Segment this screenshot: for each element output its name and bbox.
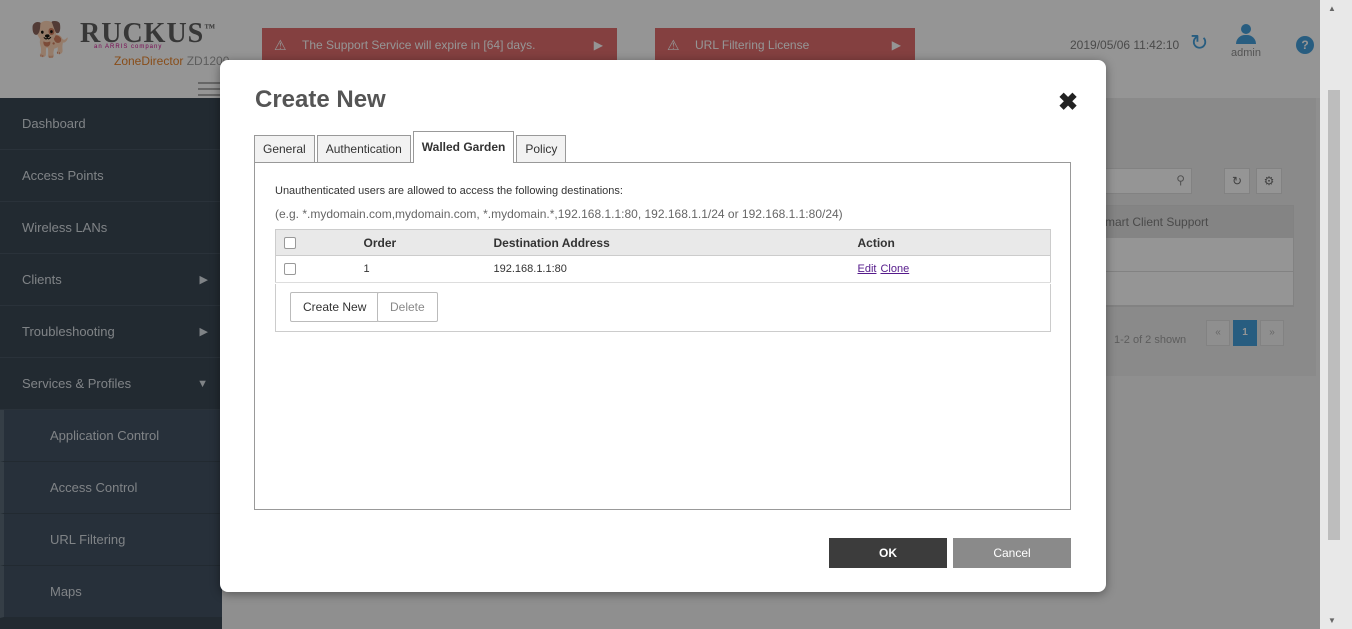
tab-policy[interactable]: Policy xyxy=(516,135,567,163)
edit-link[interactable]: Edit xyxy=(858,263,877,275)
tab-authentication[interactable]: Authentication xyxy=(316,135,411,163)
column-header-order[interactable]: Order xyxy=(355,229,486,256)
destination-cell: 192.168.1.1:80 xyxy=(485,255,850,283)
dialog-title: Create New xyxy=(255,86,386,113)
walled-garden-table: Order Destination Address Action 1 192.1… xyxy=(275,229,1051,283)
walled-garden-example: (e.g. *.mydomain.com,mydomain.com, *.myd… xyxy=(275,207,843,221)
column-header-destination[interactable]: Destination Address xyxy=(485,229,850,256)
tab-walled-garden[interactable]: Walled Garden xyxy=(412,131,515,163)
table-row: 1 192.168.1.1:80 Edit Clone xyxy=(275,255,1051,283)
walled-garden-panel: Unauthenticated users are allowed to acc… xyxy=(254,162,1071,510)
create-new-dialog: Create New ✖ General Authentication Wall… xyxy=(220,60,1106,592)
scroll-up-icon[interactable]: ▲ xyxy=(1328,4,1336,13)
table-header-row: Order Destination Address Action xyxy=(275,229,1051,256)
delete-button[interactable]: Delete xyxy=(377,292,438,322)
select-all-cell xyxy=(275,229,356,256)
dialog-tabs: General Authentication Walled Garden Pol… xyxy=(254,131,568,163)
cancel-button[interactable]: Cancel xyxy=(953,538,1071,568)
close-icon[interactable]: ✖ xyxy=(1058,88,1078,117)
ok-button[interactable]: OK xyxy=(829,538,947,568)
row-checkbox[interactable] xyxy=(284,263,296,276)
scroll-down-icon[interactable]: ▼ xyxy=(1328,616,1336,625)
tab-general[interactable]: General xyxy=(254,135,315,163)
select-all-checkbox[interactable] xyxy=(284,237,296,250)
scrollbar-thumb[interactable] xyxy=(1328,90,1340,540)
create-new-button[interactable]: Create New xyxy=(290,292,380,322)
table-footer: Create New Delete xyxy=(275,284,1051,332)
action-cell: Edit Clone xyxy=(849,255,1051,283)
page-scrollbar[interactable]: ▲ ▼ xyxy=(1320,0,1352,629)
order-cell: 1 xyxy=(355,255,486,283)
clone-link[interactable]: Clone xyxy=(880,263,909,275)
column-header-action: Action xyxy=(849,229,1051,256)
row-select-cell xyxy=(275,255,356,283)
walled-garden-description: Unauthenticated users are allowed to acc… xyxy=(275,185,623,197)
